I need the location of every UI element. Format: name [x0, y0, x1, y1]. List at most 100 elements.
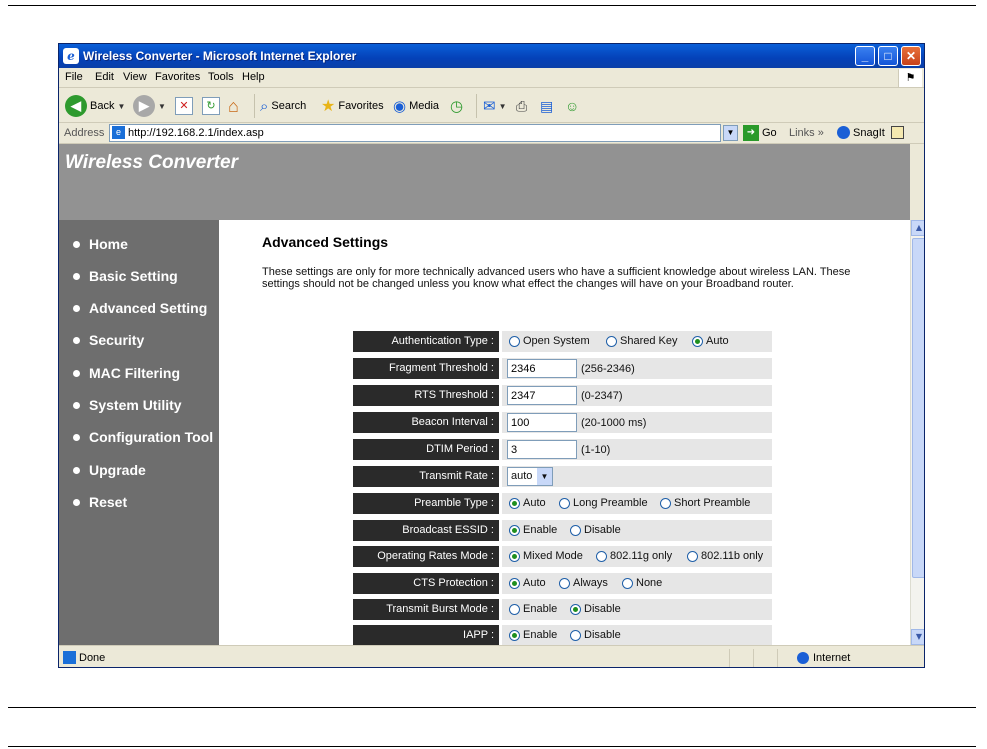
dtim-period-input[interactable]	[507, 440, 577, 459]
option-label: Auto	[523, 497, 546, 509]
home-icon: ⌂	[228, 95, 239, 116]
preamble-short-radio[interactable]: Short Preamble	[660, 497, 750, 509]
operating-rates-row: Operating Rates Mode : Mixed Mode 802.11…	[353, 546, 772, 567]
rts-threshold-value: (0-2347)	[502, 385, 772, 406]
bullet-icon	[73, 304, 80, 312]
sidebar-item-configuration-tool[interactable]: Configuration Tool	[73, 429, 213, 445]
page-description: These settings are only for more technic…	[262, 266, 851, 290]
favorites-button[interactable]: ★ Favorites	[321, 95, 384, 117]
burst-enable-radio[interactable]: Enable	[509, 603, 557, 615]
edit-button[interactable]: ▤	[540, 95, 553, 117]
stop-button[interactable]: ✕	[175, 95, 193, 117]
b-only-radio[interactable]: 802.11b only	[687, 550, 763, 562]
essid-enable-radio[interactable]: Enable	[509, 524, 557, 536]
back-button[interactable]: ◀ Back ▼	[65, 95, 125, 117]
minimize-button[interactable]: _	[855, 46, 875, 66]
fragment-threshold-input[interactable]	[507, 359, 577, 378]
option-label: Enable	[523, 524, 558, 536]
sidebar-item-basic-setting[interactable]: Basic Setting	[73, 268, 178, 284]
sidebar-item-label: Advanced Setting	[89, 300, 208, 316]
radio-icon	[509, 603, 520, 615]
sidebar-item-system-utility[interactable]: System Utility	[73, 397, 182, 413]
address-dropdown-button[interactable]: ▼	[723, 125, 738, 141]
mixed-mode-radio[interactable]: Mixed Mode	[509, 550, 583, 562]
forward-button[interactable]: ▶ ▼	[133, 95, 166, 117]
menu-file[interactable]: File	[65, 71, 83, 83]
chevron-down-icon: ▼	[537, 468, 552, 485]
transmit-burst-row: Transmit Burst Mode : Enable Disable	[353, 599, 772, 620]
preamble-auto-radio[interactable]: Auto	[509, 497, 546, 509]
page-content: Wireless Converter Home Basic Setting Ad…	[59, 144, 910, 645]
sidebar-item-label: Reset	[89, 494, 128, 510]
media-button[interactable]: ◉ Media	[393, 95, 439, 117]
auth-auto-radio[interactable]: Auto	[692, 335, 729, 347]
burst-disable-radio[interactable]: Disable	[570, 603, 621, 615]
g-only-radio[interactable]: 802.11g only	[596, 550, 672, 562]
auth-shared-key-radio[interactable]: Shared Key	[606, 335, 677, 347]
address-input[interactable]	[109, 124, 721, 142]
snagit-capture-icon[interactable]	[891, 126, 904, 139]
cts-auto-radio[interactable]: Auto	[509, 577, 546, 589]
bullet-icon	[73, 498, 80, 506]
search-button[interactable]: ⌕ Search	[260, 95, 306, 117]
refresh-button[interactable]: ↻	[202, 95, 220, 117]
print-button[interactable]: ⎙	[516, 95, 527, 117]
auth-type-options: Open System Shared Key Auto	[502, 331, 772, 352]
fragment-threshold-label: Fragment Threshold :	[353, 358, 499, 379]
iapp-options: Enable Disable	[502, 625, 772, 645]
preamble-type-label: Preamble Type :	[353, 493, 499, 514]
back-label: Back	[90, 100, 115, 112]
sidebar-item-reset[interactable]: Reset	[73, 494, 127, 510]
go-button[interactable]: ➜ Go	[743, 125, 777, 141]
mail-button[interactable]: ✉ ▼	[483, 95, 507, 117]
transmit-burst-options: Enable Disable	[502, 599, 772, 620]
sidebar-item-advanced-setting[interactable]: Advanced Setting	[73, 300, 207, 316]
scroll-up-button[interactable]: ▲	[911, 220, 924, 236]
messenger-button[interactable]: ☺	[565, 95, 579, 117]
sidebar-item-home[interactable]: Home	[73, 236, 128, 252]
sidebar-item-security[interactable]: Security	[73, 332, 144, 348]
transmit-rate-select[interactable]: auto ▼	[507, 467, 553, 486]
windows-flag-icon: ⚑	[898, 69, 922, 87]
menu-tools[interactable]: Tools	[208, 71, 234, 83]
cts-none-radio[interactable]: None	[622, 577, 662, 589]
menu-favorites[interactable]: Favorites	[155, 71, 200, 83]
transmit-rate-row: Transmit Rate : auto ▼	[353, 466, 772, 487]
bullet-icon	[73, 369, 80, 377]
menu-help[interactable]: Help	[242, 71, 265, 83]
media-label: Media	[409, 100, 440, 112]
scroll-thumb[interactable]	[912, 238, 924, 578]
operating-rates-options: Mixed Mode 802.11g only 802.11b only	[502, 546, 772, 567]
auth-open-system-radio[interactable]: Open System	[509, 335, 590, 347]
radio-selected-icon	[570, 603, 581, 615]
iapp-enable-radio[interactable]: Enable	[509, 629, 557, 641]
cts-always-radio[interactable]: Always	[559, 577, 608, 589]
radio-icon	[570, 524, 581, 536]
media-icon: ◉	[393, 98, 407, 115]
maximize-button[interactable]: □	[878, 46, 898, 66]
sidebar-item-mac-filtering[interactable]: MAC Filtering	[73, 365, 180, 381]
dtim-period-row: DTIM Period : (1-10)	[353, 439, 772, 460]
menu-view[interactable]: View	[123, 71, 147, 83]
bullet-icon	[73, 401, 80, 409]
vertical-scrollbar[interactable]: ▲ ▼	[910, 220, 924, 645]
scroll-down-button[interactable]: ▼	[911, 629, 924, 645]
snagit-icon	[837, 126, 850, 139]
beacon-interval-input[interactable]	[507, 413, 577, 432]
essid-disable-radio[interactable]: Disable	[570, 524, 621, 536]
links-button[interactable]: Links »	[789, 127, 824, 139]
rts-threshold-input[interactable]	[507, 386, 577, 405]
sidebar-item-upgrade[interactable]: Upgrade	[73, 462, 146, 478]
menu-edit[interactable]: Edit	[95, 71, 114, 83]
snagit-button[interactable]: SnagIt	[837, 126, 885, 139]
iapp-disable-radio[interactable]: Disable	[570, 629, 621, 641]
messenger-icon: ☺	[565, 98, 580, 114]
home-button[interactable]: ⌂	[228, 95, 239, 117]
operating-rates-label: Operating Rates Mode :	[353, 546, 499, 567]
preamble-long-radio[interactable]: Long Preamble	[559, 497, 648, 509]
option-label: None	[636, 577, 663, 589]
address-label: Address	[64, 127, 105, 139]
close-button[interactable]: ✕	[901, 46, 921, 66]
history-icon: ◷	[450, 98, 464, 115]
history-button[interactable]: ◷	[450, 95, 463, 117]
